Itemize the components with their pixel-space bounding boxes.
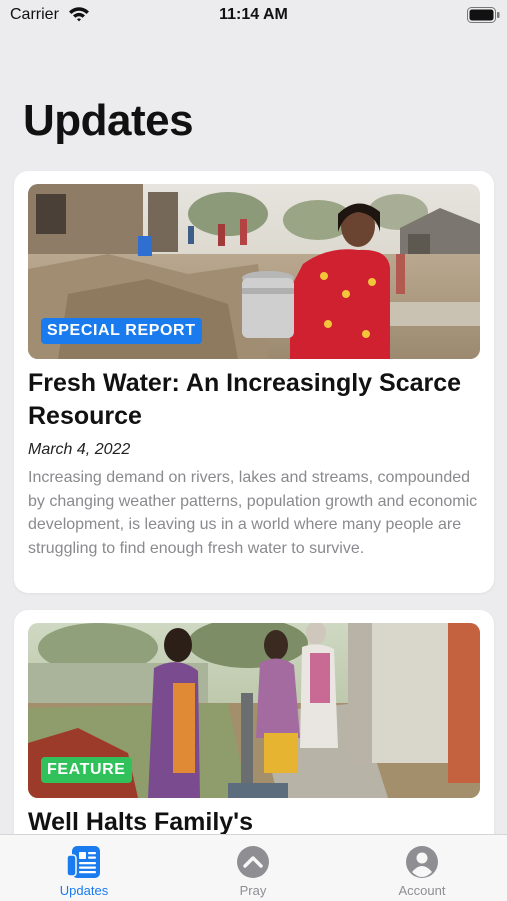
tab-pray[interactable]: Pray (193, 835, 313, 901)
status-bar: Carrier 11:14 AM (0, 0, 507, 32)
newspaper-icon (66, 846, 100, 878)
article-summary: Increasing demand on rivers, lakes and s… (28, 469, 478, 557)
article-title: Fresh Water: An Increasingly Scarce Reso… (28, 369, 462, 430)
article-badge: SPECIAL REPORT (41, 318, 202, 344)
tab-bar: Updates Pray Account (0, 834, 507, 901)
tab-label: Pray (239, 883, 267, 898)
tab-label: Account (398, 883, 446, 898)
status-time: 11:14 AM (219, 6, 288, 23)
tab-account[interactable]: Account (362, 835, 482, 901)
article-image: SPECIAL REPORT (28, 184, 480, 359)
battery-icon (467, 7, 500, 23)
person-circle-icon (406, 846, 438, 878)
chevron-up-circle-icon (237, 846, 269, 878)
article-card-fresh-water[interactable]: SPECIAL REPORT Fresh Water: An Increasin… (14, 171, 494, 593)
tab-label: Updates (59, 883, 109, 898)
page-title: Updates (23, 96, 194, 145)
article-card-well[interactable]: FEATURE Well Halts Family's (14, 610, 494, 870)
article-badge: FEATURE (41, 757, 132, 783)
tab-updates[interactable]: Updates (24, 835, 144, 901)
article-date: March 4, 2022 (28, 441, 131, 458)
article-image: FEATURE (28, 623, 480, 798)
